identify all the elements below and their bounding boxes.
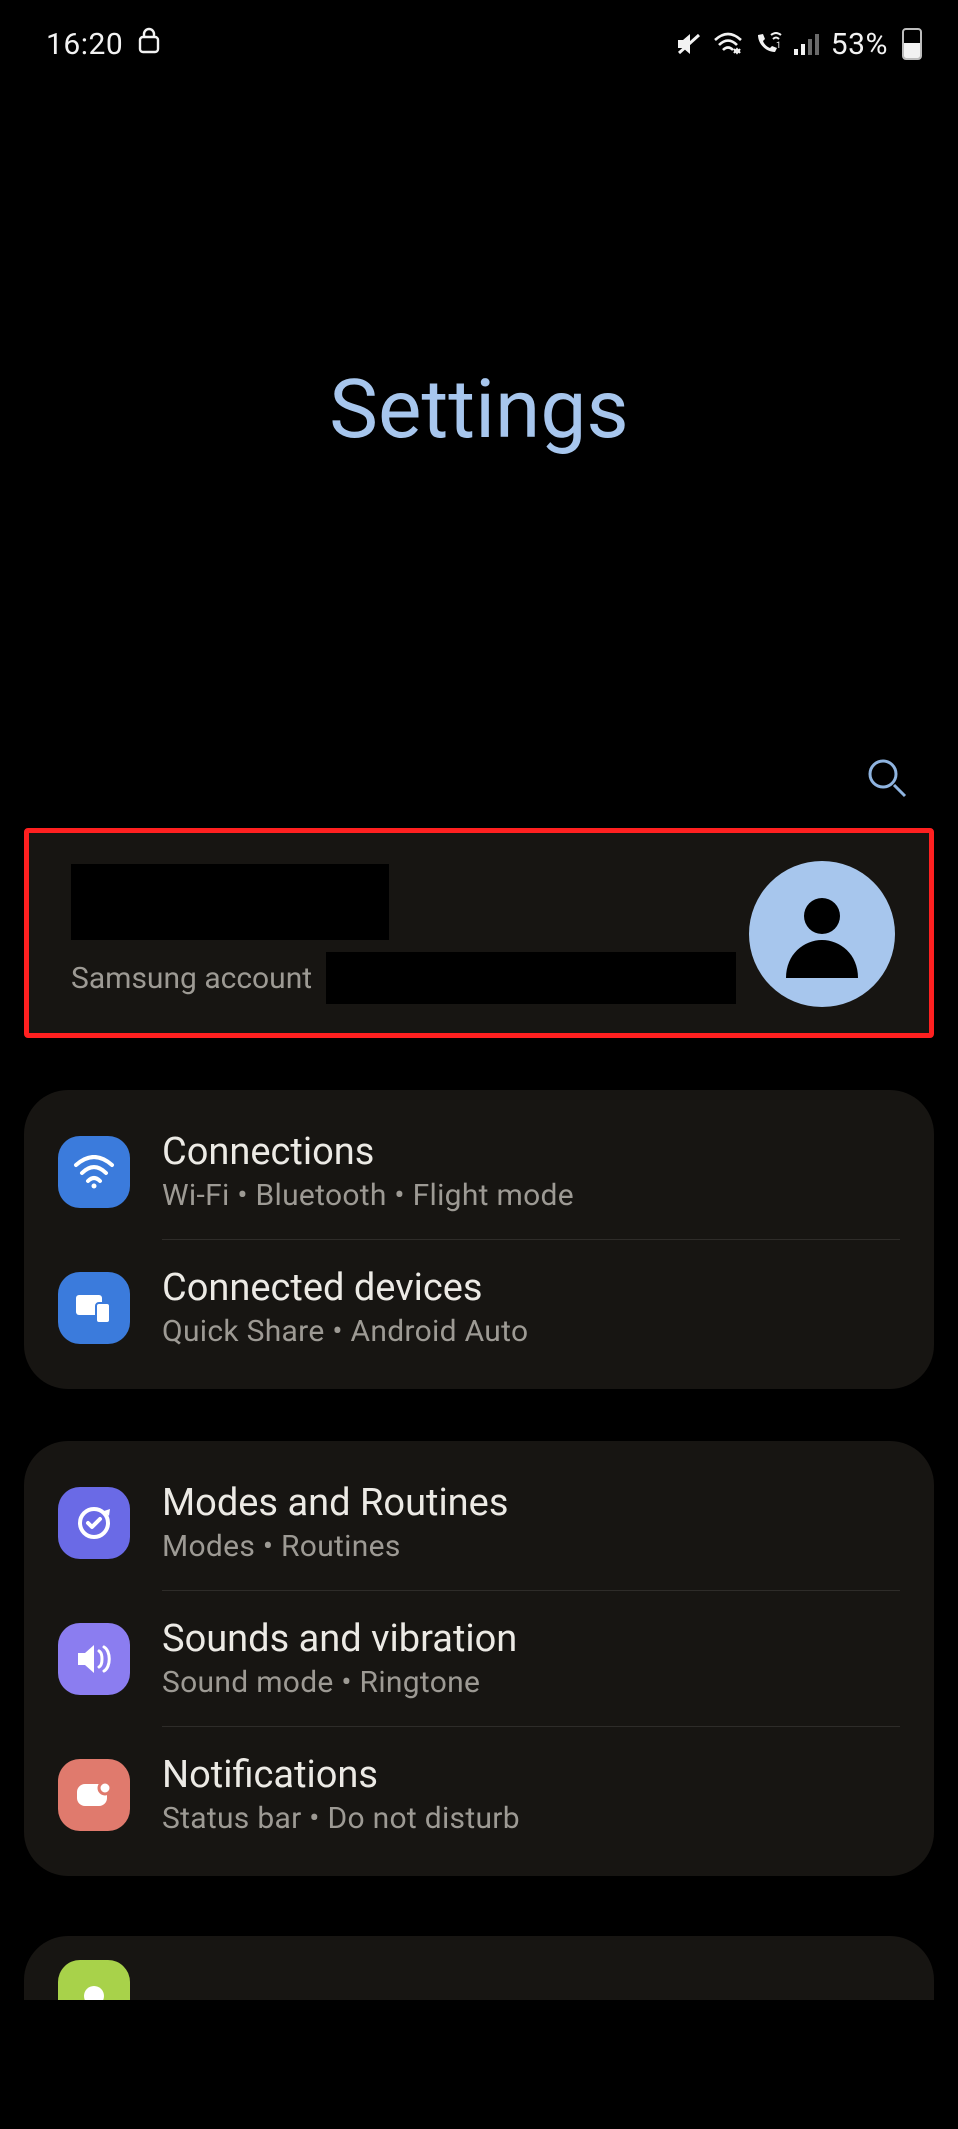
lock-icon [137,26,161,62]
status-time: 16:20 [46,27,123,62]
account-subtitle: Samsung account [71,961,312,996]
settings-group: Connections Wi-Fi • Bluetooth • Flight m… [24,1090,934,1389]
person-icon [772,882,872,986]
settings-item-sounds[interactable]: Sounds and vibration Sound mode • Ringto… [24,1591,934,1726]
item-title: Sounds and vibration [162,1617,900,1661]
item-subtitle: Sound mode • Ringtone [162,1665,900,1700]
sound-icon [58,1623,130,1695]
item-title: Notifications [162,1753,900,1797]
routine-icon [58,1487,130,1559]
settings-item-display[interactable] [24,1960,934,2000]
item-title: Connections [162,1130,900,1174]
item-subtitle: Quick Share • Android Auto [162,1314,900,1349]
status-bar: 16:20 1 [0,0,958,70]
settings-item-modes-routines[interactable]: Modes and Routines Modes • Routines [24,1455,934,1590]
item-subtitle: Wi-Fi • Bluetooth • Flight mode [162,1178,900,1213]
settings-item-connections[interactable]: Connections Wi-Fi • Bluetooth • Flight m… [24,1104,934,1239]
item-title: Connected devices [162,1266,900,1310]
battery-icon [902,28,922,60]
signal-icon [793,32,819,56]
hero: Settings [0,70,958,750]
wifi-icon [713,32,743,56]
samsung-account-card[interactable]: Samsung account [24,828,934,1038]
settings-item-notifications[interactable]: Notifications Status bar • Do not distur… [24,1727,934,1862]
settings-group [24,1936,934,2000]
search-icon [863,754,909,803]
item-subtitle: Status bar • Do not disturb [162,1801,900,1836]
item-title: Modes and Routines [162,1481,900,1525]
avatar [749,861,895,1007]
redacted-email [326,952,736,1004]
settings-group: Modes and Routines Modes • Routines Soun… [24,1441,934,1876]
mute-icon [675,31,703,57]
page-title: Settings [329,362,628,458]
display-icon [58,1960,130,2000]
notifications-icon [58,1759,130,1831]
devices-icon [58,1272,130,1344]
search-button[interactable] [858,750,914,806]
wifi-calling-icon: 1 [753,31,783,57]
redacted-name [71,864,389,940]
item-subtitle: Modes • Routines [162,1529,900,1564]
battery-percentage: 53% [831,27,888,62]
svg-text:1: 1 [776,41,782,51]
settings-item-connected-devices[interactable]: Connected devices Quick Share • Android … [24,1240,934,1375]
wifi-icon [58,1136,130,1208]
